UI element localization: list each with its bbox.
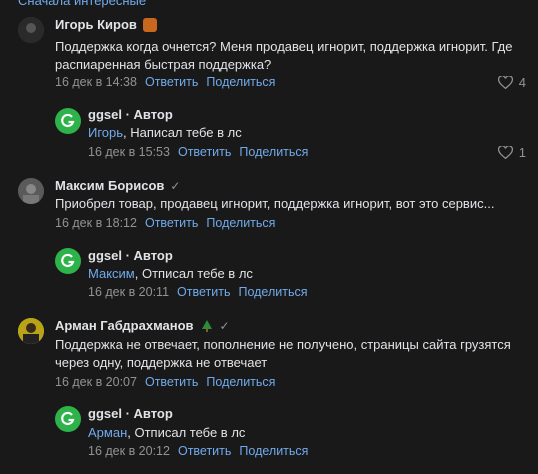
reply-button[interactable]: Ответить <box>145 75 198 89</box>
author-name[interactable]: ggsel · Автор <box>88 406 173 421</box>
comment-meta: 16 дек в 20:11 Ответить Поделиться <box>88 285 308 299</box>
author-name[interactable]: ggsel · Автор <box>88 248 173 263</box>
author-name[interactable]: Максим Борисов <box>55 178 164 193</box>
share-button[interactable]: Поделиться <box>239 145 308 159</box>
comment-author-row: ggsel · Автор <box>88 406 173 421</box>
reply-button[interactable]: Ответить <box>177 285 230 299</box>
avatar[interactable] <box>18 17 44 43</box>
mention-link[interactable]: Игорь <box>88 125 123 140</box>
comment-author-row: Арман Габдрахманов ✓ <box>55 318 230 333</box>
heart-icon <box>497 146 513 159</box>
comment-text: Игорь, Написал тебе в лс <box>88 125 242 140</box>
comment-meta: 16 дек в 15:53 Ответить Поделиться <box>88 145 308 159</box>
like-button[interactable]: 4 <box>497 75 526 90</box>
like-count: 4 <box>518 75 526 90</box>
comment-date[interactable]: 16 дек в 14:38 <box>55 75 137 89</box>
comment-meta: 16 дек в 20:12 Ответить Поделиться <box>88 444 308 458</box>
author-name[interactable]: ggsel · Автор <box>88 107 173 122</box>
avatar-image <box>18 178 44 204</box>
tree-badge-icon <box>201 319 212 332</box>
comment-date[interactable]: 16 дек в 20:12 <box>88 444 170 458</box>
share-button[interactable]: Поделиться <box>206 216 275 230</box>
sort-link[interactable]: Сначала интересные <box>18 0 146 8</box>
brand-logo-icon[interactable] <box>55 248 81 274</box>
author-name[interactable]: Арман Габдрахманов <box>55 318 194 333</box>
verified-check-icon: ✓ <box>219 318 230 333</box>
avatar[interactable] <box>18 318 44 344</box>
comment-text: Поддержка не отвечает, пополнение не пол… <box>55 337 511 370</box>
comment-text: Приобрел товар, продавец игнорит, поддер… <box>55 196 495 211</box>
reply-button[interactable]: Ответить <box>178 145 231 159</box>
verified-check-icon: ✓ <box>170 178 181 193</box>
comment-date[interactable]: 16 дек в 18:12 <box>55 216 137 230</box>
author-name[interactable]: Игорь Киров <box>55 17 137 32</box>
comment-meta: 16 дек в 18:12 Ответить Поделиться <box>55 216 275 230</box>
share-button[interactable]: Поделиться <box>206 75 275 89</box>
mention-link[interactable]: Арман <box>88 425 127 440</box>
comment-date[interactable]: 16 дек в 20:11 <box>88 285 169 299</box>
heart-icon <box>497 76 513 89</box>
comment-date[interactable]: 16 дек в 15:53 <box>88 145 170 159</box>
share-button[interactable]: Поделиться <box>238 285 307 299</box>
like-button[interactable]: 1 <box>497 145 526 160</box>
comment-author-row: ggsel · Автор <box>88 248 173 263</box>
mention-link[interactable]: Максим <box>88 266 135 281</box>
emoji-badge-icon <box>142 17 157 32</box>
comment-meta: 16 дек в 14:38 Ответить Поделиться <box>55 75 275 89</box>
comment-date[interactable]: 16 дек в 20:07 <box>55 375 137 389</box>
avatar-image <box>18 318 44 344</box>
share-button[interactable]: Поделиться <box>239 444 308 458</box>
like-count: 1 <box>518 145 526 160</box>
comment-author-row: Игорь Киров <box>55 17 157 32</box>
comment-author-row: Максим Борисов ✓ <box>55 178 180 193</box>
reply-button[interactable]: Ответить <box>145 375 198 389</box>
comment-text: Максим, Отписал тебе в лс <box>88 266 253 281</box>
avatar[interactable] <box>18 178 44 204</box>
reply-button[interactable]: Ответить <box>145 216 198 230</box>
comment-author-row: ggsel · Автор <box>88 107 173 122</box>
brand-logo-icon[interactable] <box>55 406 81 432</box>
avatar-image <box>18 17 44 43</box>
comment-text: Арман, Отписал тебе в лс <box>88 425 246 440</box>
share-button[interactable]: Поделиться <box>206 375 275 389</box>
comment-meta: 16 дек в 20:07 Ответить Поделиться <box>55 375 275 389</box>
comment-text: Поддержка когда очнется? Меня продавец и… <box>55 39 513 72</box>
reply-button[interactable]: Ответить <box>178 444 231 458</box>
brand-logo-icon[interactable] <box>55 108 81 134</box>
